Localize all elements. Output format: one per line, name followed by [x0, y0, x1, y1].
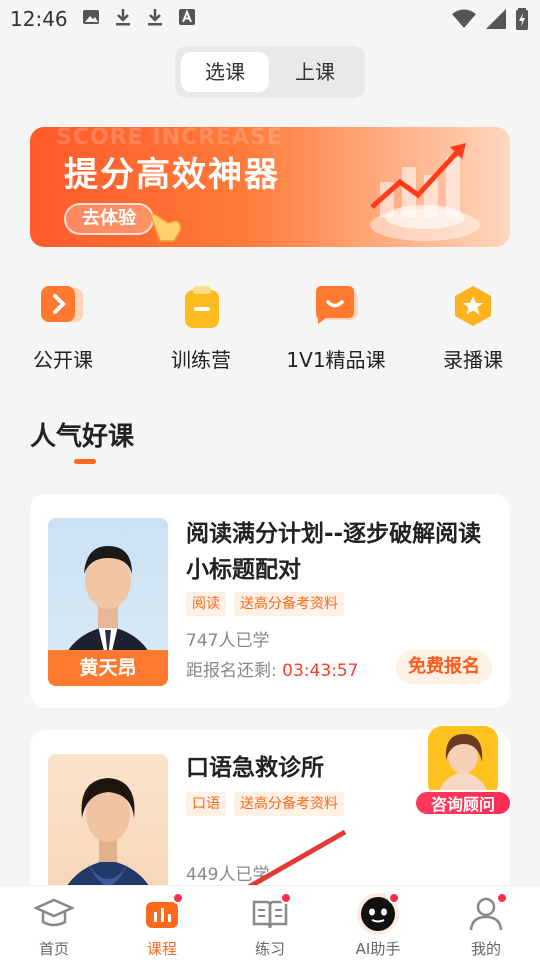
countdown-label: 距报名还剩:: [186, 661, 277, 681]
category-label: 公开课: [33, 348, 93, 372]
book-icon: [250, 892, 292, 934]
category-label: 训练营: [171, 348, 231, 372]
signal-icon: [486, 9, 506, 33]
tab-label: 练习: [254, 940, 285, 958]
tab-select-course[interactable]: 选课: [181, 52, 269, 92]
course-tag: 口语: [186, 792, 226, 816]
section-underline: [74, 459, 96, 464]
download-icon: [146, 8, 164, 26]
course-title: 阅读满分计划--逐步破解阅读小标题配对: [186, 521, 482, 583]
pointing-hand-icon: [150, 213, 182, 242]
status-time: 12:46: [10, 7, 68, 31]
course-tags: 口语 送高分备考资料: [186, 792, 344, 816]
course-card[interactable]: 黄天昂 阅读满分计划--逐步破解阅读小标题配对 阅读 送高分备考资料 747人已…: [30, 494, 510, 708]
signup-countdown: 距报名还剩: 03:43:57: [186, 656, 359, 681]
tab-courses[interactable]: 课程: [117, 892, 207, 959]
category-training-camp[interactable]: 训练营: [146, 284, 256, 373]
consult-label: 咨询顾问: [414, 790, 512, 816]
consultant-avatar: [428, 726, 498, 798]
category-1v1-premium[interactable]: 1V1精品课: [281, 284, 391, 373]
star-badge-icon: [451, 284, 495, 328]
graduation-cap-icon: [32, 894, 76, 934]
wifi-icon: [452, 9, 476, 33]
tab-home[interactable]: 首页: [9, 894, 99, 959]
bottom-tab-bar: 首页 课程 练习 AI助手 我的: [0, 885, 540, 960]
free-signup-button[interactable]: 免费报名: [396, 650, 492, 684]
try-now-button[interactable]: 去体验: [64, 203, 154, 235]
course-mode-segment: 选课 上课: [175, 46, 365, 98]
countdown-time: 03:43:57: [282, 661, 359, 681]
tab-label: 我的: [470, 940, 501, 958]
font-a-icon: [178, 8, 196, 26]
category-open-class[interactable]: 公开课: [8, 284, 118, 373]
bar-chart-icon: [142, 892, 184, 934]
promo-banner[interactable]: SCORE INCREASE 提分高效神器 去体验: [30, 127, 510, 247]
notification-dot: [172, 892, 184, 904]
growth-chart-illustration: [370, 143, 480, 241]
teacher-photo: 黄天昂: [48, 518, 168, 686]
category-label: 1V1精品课: [286, 348, 386, 372]
tab-label: 课程: [146, 940, 177, 958]
tab-ai-assistant[interactable]: AI助手: [333, 892, 423, 959]
ai-bot-icon: [357, 892, 400, 935]
banner-title: 提分高效神器: [64, 155, 280, 195]
course-tag: 送高分备考资料: [234, 592, 344, 616]
tab-attend-course[interactable]: 上课: [271, 52, 359, 92]
clipboard-icon: [179, 284, 223, 328]
notification-dot: [496, 892, 508, 904]
category-label: 录播课: [443, 348, 503, 372]
course-tag: 阅读: [186, 592, 226, 616]
notification-dot: [280, 892, 292, 904]
tab-mine[interactable]: 我的: [441, 892, 531, 959]
enrolled-count: 747人已学: [186, 631, 270, 651]
tab-practice[interactable]: 练习: [225, 892, 315, 959]
battery-icon: [516, 8, 528, 34]
chat-smile-icon: [314, 284, 358, 328]
play-card-icon: [41, 284, 85, 328]
person-icon: [466, 892, 508, 934]
gallery-icon: [82, 8, 100, 26]
section-title: 人气好课: [30, 422, 135, 452]
notification-dot: [388, 892, 400, 904]
download-icon: [114, 8, 132, 26]
course-tag: 送高分备考资料: [234, 792, 344, 816]
category-recorded[interactable]: 录播课: [418, 284, 528, 373]
course-tags: 阅读 送高分备考资料: [186, 592, 344, 616]
enrolled-count: 449人已学: [186, 865, 270, 885]
teacher-name: 黄天昂: [48, 650, 168, 686]
consultant-floating-button[interactable]: 咨询顾问: [414, 720, 512, 820]
tab-label: AI助手: [355, 940, 401, 958]
status-bar: 12:46: [0, 0, 540, 36]
tab-label: 首页: [38, 940, 69, 958]
